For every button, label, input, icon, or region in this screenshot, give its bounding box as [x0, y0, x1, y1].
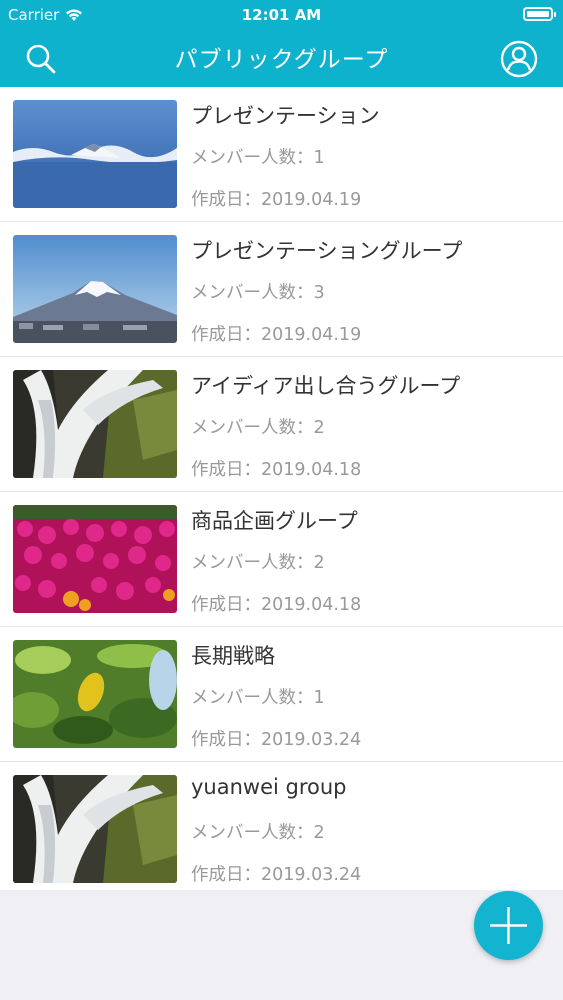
group-title: 商品企画グループ	[191, 509, 358, 533]
group-title: アイディア出し合うグループ	[191, 374, 461, 398]
group-row[interactable]: プレゼンテーショングループ メンバー人数：3 作成日：2019.04.19	[0, 222, 563, 357]
group-created-date: 作成日：2019.04.18	[191, 460, 362, 480]
group-thumbnail	[13, 235, 177, 343]
group-row[interactable]: yuanwei group メンバー人数：2 作成日：2019.03.24	[0, 762, 563, 890]
group-member-count: メンバー人数：1	[191, 148, 325, 168]
group-title: プレゼンテーショングループ	[191, 239, 463, 263]
add-group-button[interactable]	[474, 891, 543, 960]
group-created-date: 作成日：2019.04.19	[191, 190, 362, 210]
group-title: yuanwei group	[191, 775, 347, 799]
group-list: プレゼンテーション メンバー人数：1 作成日：2019.04.19 プレゼンテー…	[0, 87, 563, 890]
group-member-count: メンバー人数：3	[191, 283, 325, 303]
group-row[interactable]: アイディア出し合うグループ メンバー人数：2 作成日：2019.04.18	[0, 357, 563, 492]
group-member-count: メンバー人数：2	[191, 418, 325, 438]
plus-icon	[490, 907, 527, 944]
group-created-date: 作成日：2019.03.24	[191, 730, 362, 750]
group-thumbnail	[13, 370, 177, 478]
group-member-count: メンバー人数：2	[191, 553, 325, 573]
group-created-date: 作成日：2019.03.24	[191, 865, 362, 885]
group-row[interactable]: 長期戦略 メンバー人数：1 作成日：2019.03.24	[0, 627, 563, 762]
profile-icon[interactable]	[499, 39, 539, 79]
status-time: 12:01 AM	[241, 6, 322, 24]
group-title: プレゼンテーション	[191, 104, 380, 128]
group-thumbnail	[13, 640, 177, 748]
group-thumbnail	[13, 505, 177, 613]
group-row[interactable]: 商品企画グループ メンバー人数：2 作成日：2019.04.18	[0, 492, 563, 627]
status-bar: Carrier 12:01 AM	[0, 0, 563, 30]
battery-icon	[523, 7, 556, 21]
group-row[interactable]: プレゼンテーション メンバー人数：1 作成日：2019.04.19	[0, 87, 563, 222]
page-title: パブリックグループ	[174, 47, 389, 73]
group-member-count: メンバー人数：1	[191, 688, 325, 708]
group-title: 長期戦略	[191, 644, 275, 668]
group-thumbnail	[13, 100, 177, 208]
group-created-date: 作成日：2019.04.19	[191, 325, 362, 345]
group-thumbnail	[13, 775, 177, 883]
nav-bar: パブリックグループ	[0, 30, 563, 87]
group-created-date: 作成日：2019.04.18	[191, 595, 362, 615]
group-member-count: メンバー人数：2	[191, 823, 325, 843]
